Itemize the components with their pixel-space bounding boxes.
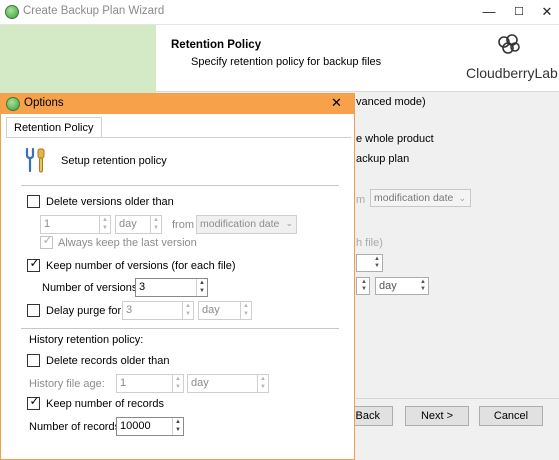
history-file-age-value: 1 <box>120 377 127 389</box>
wizard-header: Retention Policy Specify retention polic… <box>156 25 559 92</box>
from-label: m <box>356 194 366 206</box>
keep-records-label: Keep number of records <box>46 398 165 410</box>
chevron-down-icon: ⌄ <box>285 218 293 228</box>
history-file-age-unit: day <box>191 377 209 389</box>
delay-purge-label: Delay purge for: <box>46 305 125 317</box>
options-title: Options <box>24 97 64 109</box>
section-divider <box>21 185 339 186</box>
spin-arrows-icon: ▲ ▼ <box>361 279 367 292</box>
page-title: Retention Policy <box>171 39 262 51</box>
history-heading: History retention policy: <box>29 334 144 346</box>
options-title-bar: Options ✕ <box>1 94 354 114</box>
delete-records-label: Delete records older than <box>46 355 170 367</box>
options-dialog: Options ✕ Retention Policy Setup retenti… <box>0 93 355 460</box>
spin-arrows-icon: ▲ ▼ <box>374 256 380 269</box>
section-divider <box>21 328 339 329</box>
delete-versions-spinner[interactable]: 1 ▲ ▼ <box>40 215 111 234</box>
delay-purge-spinner[interactable]: 3 ▲ ▼ <box>122 301 194 320</box>
number-of-versions-value: 3 <box>139 281 146 293</box>
number-of-versions-spinner[interactable]: 3 ▲ ▼ <box>135 278 208 297</box>
tools-icon <box>25 147 45 173</box>
footer-divider <box>356 398 559 399</box>
checkmark-icon: ✓ <box>42 233 53 247</box>
minimize-icon[interactable]: — <box>481 4 497 20</box>
cancel-button[interactable]: Cancel <box>479 406 543 426</box>
always-keep-last-checkbox[interactable]: ✓ <box>40 233 53 249</box>
delay-unit-spinner-bg[interactable]: day ▲ ▼ <box>375 277 429 295</box>
from-select[interactable]: modification date ⌄ <box>196 215 297 234</box>
spin-arrows-icon: ▲ ▼ <box>172 375 183 392</box>
history-file-age-label: History file age: <box>29 378 105 390</box>
from-label: from <box>172 219 194 231</box>
delete-versions-label: Delete versions older than <box>46 196 174 208</box>
delay-unit-value: day <box>379 280 397 292</box>
keep-number-label: Keep number of versions (for each file) <box>46 260 236 272</box>
cloudberry-app-icon <box>5 5 19 19</box>
delay-spinner-bg[interactable]: ▲ ▼ <box>356 277 370 295</box>
backup-plan-option[interactable]: ackup plan <box>356 153 409 165</box>
spin-arrows-icon: ▲ ▼ <box>196 279 207 296</box>
chevron-down-icon: ⌄ <box>458 193 466 203</box>
spin-arrows-icon: ▲ ▼ <box>150 216 161 233</box>
delete-versions-unit: day <box>119 218 137 230</box>
keep-records-checkbox[interactable]: ✓ <box>27 394 40 410</box>
advanced-mode-text: vanced mode) <box>356 96 426 108</box>
wizard-title: Create Backup Plan Wizard <box>23 5 165 17</box>
spin-arrows-icon: ▲ ▼ <box>240 302 251 319</box>
spin-arrows-icon: ▲ ▼ <box>182 302 193 319</box>
checkmark-icon: ✓ <box>29 394 40 408</box>
close-icon[interactable]: ✕ <box>539 4 555 20</box>
close-icon[interactable]: ✕ <box>331 95 342 111</box>
whole-product-option[interactable]: e whole product <box>356 133 434 145</box>
spin-arrows-icon: ▲ ▼ <box>420 279 426 292</box>
checkmark-icon: ✓ <box>29 256 40 270</box>
cloudberry-logo-icon <box>498 34 520 54</box>
keep-number-checkbox[interactable]: ✓ <box>27 256 40 272</box>
spin-arrows-icon: ▲ ▼ <box>257 375 268 392</box>
spin-arrows-icon: ▲ ▼ <box>172 418 183 435</box>
number-of-records-label: Number of records: <box>29 421 124 433</box>
history-file-age-spinner[interactable]: 1 ▲ ▼ <box>116 374 184 393</box>
setup-retention-label: Setup retention policy <box>61 155 167 167</box>
from-select[interactable]: modification date ⌄ <box>370 189 471 207</box>
each-file-text: h file) <box>356 237 383 249</box>
retention-policy-panel: Setup retention policy Delete versions o… <box>6 137 351 460</box>
from-select-value: modification date <box>374 192 454 204</box>
delay-purge-checkbox[interactable] <box>27 304 40 317</box>
tab-retention-policy[interactable]: Retention Policy <box>6 117 102 138</box>
next-button[interactable]: Next > <box>405 406 469 426</box>
spin-arrows-icon: ▲ ▼ <box>99 216 110 233</box>
versions-spinner-bg[interactable]: ▲ ▼ <box>356 254 383 272</box>
from-select-value: modification date <box>200 218 280 230</box>
number-of-records-spinner[interactable]: 10000 ▲ ▼ <box>116 417 184 436</box>
back-button[interactable]: Back <box>350 406 393 426</box>
delete-versions-unit-spinner[interactable]: day ▲ ▼ <box>115 215 162 234</box>
delete-versions-value: 1 <box>44 218 51 230</box>
wizard-title-bar: Create Backup Plan Wizard — ☐ ✕ <box>0 0 559 25</box>
delay-purge-unit: day <box>202 304 220 316</box>
cloudberry-app-icon <box>6 97 20 111</box>
history-file-age-unit-spinner[interactable]: day ▲ ▼ <box>187 374 269 393</box>
page-subtitle: Specify retention policy for backup file… <box>191 56 382 68</box>
number-of-versions-label: Number of versions: <box>42 282 141 294</box>
logo-text: CloudberryLab <box>466 65 558 81</box>
always-keep-last-label: Always keep the last version <box>58 237 197 249</box>
number-of-records-value: 10000 <box>120 420 151 432</box>
delete-records-checkbox[interactable] <box>27 354 40 367</box>
delay-purge-value: 3 <box>126 304 133 316</box>
delay-purge-unit-spinner[interactable]: day ▲ ▼ <box>198 301 252 320</box>
maximize-icon[interactable]: ☐ <box>511 4 527 20</box>
delete-versions-checkbox[interactable] <box>27 195 40 208</box>
